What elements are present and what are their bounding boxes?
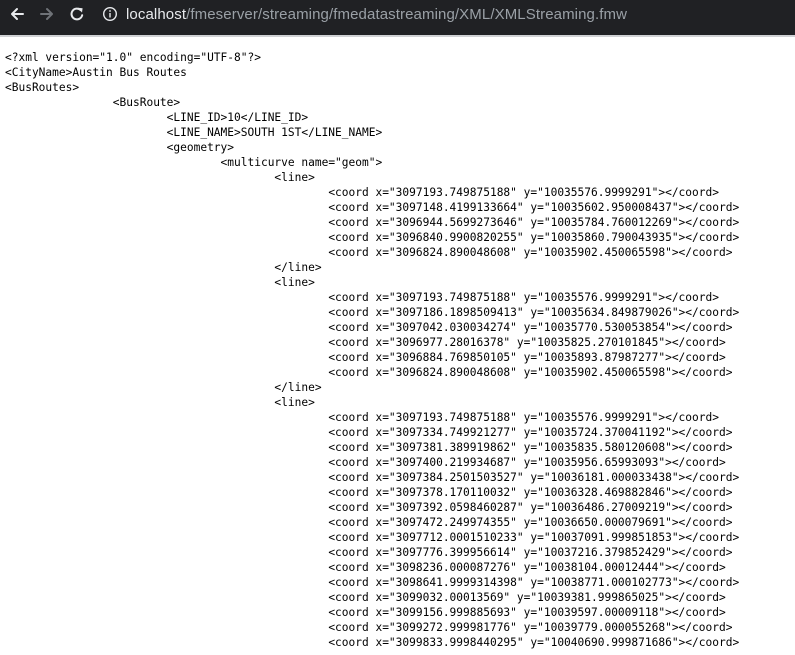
xml-line: <?xml version="1.0" encoding="UTF-8"?> — [5, 51, 261, 64]
toolbar-divider — [0, 35, 795, 37]
xml-line: <coord x="3097186.1898509413" y="1003563… — [5, 306, 740, 319]
xml-line: <coord x="3097334.749921277" y="10035724… — [5, 426, 733, 439]
reload-icon — [70, 7, 84, 21]
xml-line: <line> — [5, 276, 315, 289]
browser-toolbar: localhost/fmeserver/streaming/fmedatastr… — [0, 0, 795, 28]
xml-line: <coord x="3098236.000087276" y="10038104… — [5, 561, 726, 574]
xml-line: <coord x="3097712.0001510233" y="1003709… — [5, 531, 740, 544]
xml-line: <geometry> — [5, 141, 235, 154]
xml-line: <coord x="3097384.2501503527" y="1003618… — [5, 471, 740, 484]
xml-line: <coord x="3098641.9999314398" y="1003877… — [5, 576, 740, 589]
xml-line: <BusRoutes> — [5, 81, 80, 94]
xml-line: <CityName>Austin Bus Routes — [5, 66, 187, 79]
xml-line: <coord x="3099156.999885693" y="10039597… — [5, 606, 726, 619]
xml-line: <coord x="3097193.749875188" y="10035576… — [5, 411, 719, 424]
xml-line: <coord x="3097148.4199133664" y="1003560… — [5, 201, 740, 214]
xml-line: <coord x="3097378.170110032" y="10036328… — [5, 486, 733, 499]
xml-document: <?xml version="1.0" encoding="UTF-8"?> <C… — [5, 50, 739, 650]
xml-line: <coord x="3097042.030034274" y="10035770… — [5, 321, 733, 334]
xml-line: <LINE_ID>10</LINE_ID> — [5, 111, 309, 124]
xml-line: <coord x="3097193.749875188" y="10035576… — [5, 186, 719, 199]
site-info-button[interactable] — [102, 6, 118, 22]
toolbar-bottom-strip — [0, 28, 795, 35]
address-bar[interactable]: localhost/fmeserver/streaming/fmedatastr… — [126, 6, 627, 23]
xml-line: <LINE_NAME>SOUTH 1ST</LINE_NAME> — [5, 126, 383, 139]
xml-line: <coord x="3097381.389919862" y="10035835… — [5, 441, 733, 454]
xml-line: <coord x="3099272.999981776" y="10039779… — [5, 621, 733, 634]
url-host: localhost — [126, 5, 187, 23]
back-button[interactable] — [2, 0, 32, 28]
xml-line: <coord x="3099833.9998440295" y="1004069… — [5, 636, 740, 649]
forward-arrow-icon — [40, 8, 53, 20]
xml-line: <coord x="3097193.749875188" y="10035576… — [5, 291, 719, 304]
xml-line: <coord x="3096824.890048608" y="10035902… — [5, 366, 733, 379]
xml-line: <coord x="3097400.219934687" y="10035956… — [5, 456, 726, 469]
xml-line: <BusRoute> — [5, 96, 181, 109]
xml-line: <line> — [5, 171, 315, 184]
xml-line: <coord x="3096884.769850105" y="10035893… — [5, 351, 726, 364]
xml-line: <coord x="3097392.0598460287" y="1003648… — [5, 501, 733, 514]
xml-line: <coord x="3096824.890048608" y="10035902… — [5, 246, 733, 259]
xml-line: <coord x="3096840.9900820255" y="1003586… — [5, 231, 740, 244]
info-icon — [102, 6, 118, 22]
xml-line: <multicurve name="geom"> — [5, 156, 383, 169]
xml-line: </line> — [5, 381, 322, 394]
xml-line: <coord x="3097776.399956614" y="10037216… — [5, 546, 733, 559]
xml-line: <coord x="3096977.28016378" y="10035825.… — [5, 336, 726, 349]
xml-line: <line> — [5, 396, 315, 409]
reload-button[interactable] — [62, 0, 92, 28]
url-path: /fmeserver/streaming/fmedatastreaming/XM… — [186, 5, 628, 23]
xml-line: </line> — [5, 261, 322, 274]
forward-button[interactable] — [32, 0, 62, 28]
xml-line: <coord x="3099032.00013569" y="10039381.… — [5, 591, 726, 604]
back-arrow-icon — [11, 8, 24, 20]
xml-line: <coord x="3096944.5699273646" y="1003578… — [5, 216, 740, 229]
xml-line: <coord x="3097472.249974355" y="10036650… — [5, 516, 733, 529]
